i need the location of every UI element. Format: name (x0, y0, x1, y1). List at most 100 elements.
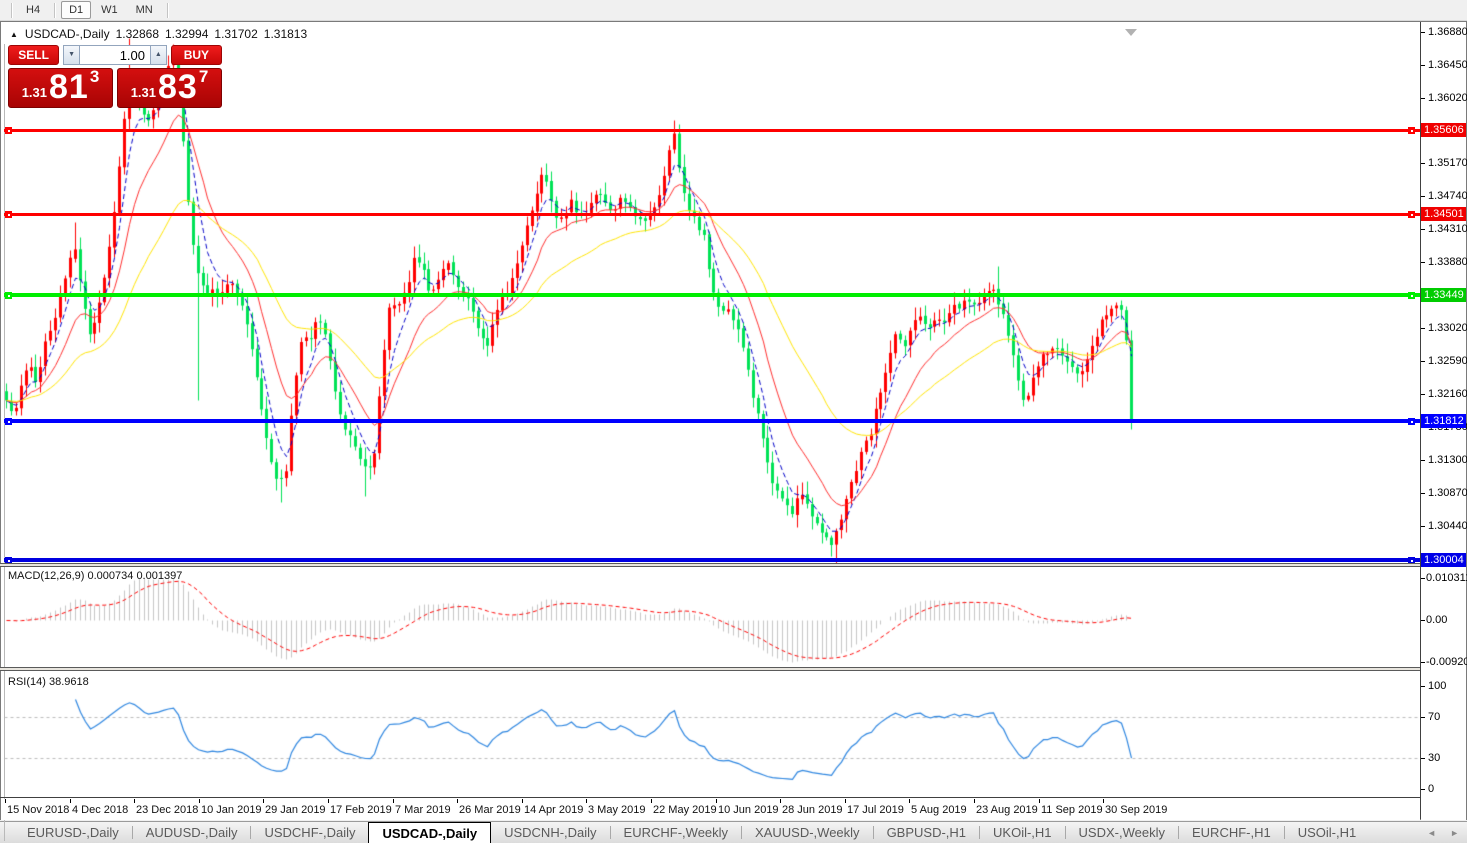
sell-button[interactable]: SELL (8, 45, 60, 65)
ohlc-open: 1.32868 (115, 27, 159, 41)
time-axis[interactable]: 15 Nov 2018 4 Dec 2018 23 Dec 2018 10 Jan 2… (1, 799, 1420, 820)
level-handle[interactable] (5, 127, 12, 134)
sell-price-box[interactable]: 1.31 81 3 (8, 67, 113, 108)
chart-tab-usdchf-daily[interactable]: USDCHF-,Daily (251, 822, 368, 843)
price-tick-mark (1421, 328, 1425, 329)
rsi-tick-mark (1421, 758, 1425, 759)
price-tick-label: 1.30870 (1428, 487, 1467, 499)
date-tick-label: 22 May 2019 (653, 804, 717, 816)
chart-tab-ukoil-h1[interactable]: UKOil-,H1 (980, 822, 1065, 843)
mt4-application: H4 D1 W1 MN ▲ USDCAD-,Daily 1.32868 1.32994 1.3… (0, 0, 1467, 843)
date-tick-label: 23 Aug 2019 (976, 804, 1038, 816)
buy-price-prefix: 1.31 (130, 85, 156, 100)
date-tick-label: 7 Mar 2019 (395, 804, 451, 816)
chart-tab-eurchf-h1[interactable]: EURCHF-,H1 (1179, 822, 1284, 843)
horizontal-level-line-1.30004[interactable] (4, 558, 1420, 562)
buy-price-box[interactable]: 1.31 83 7 (117, 67, 222, 108)
level-handle[interactable] (5, 418, 12, 425)
macd-name: MACD(12,26,9) (8, 570, 85, 582)
price-tick-mark (1421, 262, 1425, 263)
ohlc-close: 1.31813 (263, 27, 308, 41)
price-tick-label: 1.36450 (1428, 59, 1467, 71)
chart-tab-audusd-daily[interactable]: AUDUSD-,Daily (133, 822, 251, 843)
chart-tab-usdx-weekly[interactable]: USDX-,Weekly (1066, 822, 1178, 843)
rsi-pane-splitter[interactable] (0, 667, 1421, 671)
chart-tab-gbpusd-h1[interactable]: GBPUSD-,H1 (874, 822, 979, 843)
level-handle[interactable] (1408, 418, 1415, 425)
timeframe-button-mn[interactable]: MN (128, 1, 161, 19)
chart-tab-usdcnh-daily[interactable]: USDCNH-,Daily (491, 822, 609, 843)
price-tick-label: 1.34310 (1428, 223, 1467, 235)
price-tick-mark (1421, 394, 1425, 395)
timeframe-button-w1[interactable]: W1 (93, 1, 126, 19)
date-tick-mark (586, 799, 587, 803)
timeframe-button-h4[interactable]: H4 (18, 1, 48, 19)
price-level-badge: 1.30004 (1421, 553, 1466, 567)
ohlc-high: 1.32994 (165, 27, 209, 41)
date-tick-label: 5 Aug 2019 (911, 804, 967, 816)
chart-surface[interactable] (4, 23, 1420, 798)
rsi-value: 38.9618 (48, 676, 89, 688)
price-tick-mark (1421, 163, 1425, 164)
price-axis[interactable]: 1.36880 1.36450 1.36020 1.35170 1.34740 1.343… (1421, 22, 1467, 820)
level-handle[interactable] (1408, 211, 1415, 218)
volume-input[interactable] (80, 45, 150, 65)
horizontal-level-line-1.34501[interactable] (4, 213, 1420, 216)
tab-scroll-left-icon[interactable]: ◄ (1427, 828, 1436, 838)
date-tick-mark (199, 799, 200, 803)
date-tick-mark (5, 799, 6, 803)
level-handle[interactable] (5, 292, 12, 299)
buy-button[interactable]: BUY (170, 45, 222, 65)
sell-price-big: 81 (49, 68, 89, 106)
level-handle[interactable] (1408, 292, 1415, 299)
price-tick-label: 1.35170 (1428, 157, 1467, 169)
rsi-axis-label: 100 (1428, 680, 1447, 692)
macd-axis-label: 0.010311 (1426, 572, 1467, 584)
chart-tab-usoil-h1[interactable]: USOil-,H1 (1285, 822, 1370, 843)
toolbar-separator (11, 2, 12, 18)
rsi-tick-mark (1421, 789, 1425, 790)
price-tick-label: 1.32590 (1428, 355, 1467, 367)
rsi-axis-label: 70 (1428, 711, 1441, 723)
date-tick-mark (909, 799, 910, 803)
rsi-tick-mark (1421, 717, 1425, 718)
level-handle[interactable] (1408, 127, 1415, 134)
collapse-arrow-icon[interactable]: ▲ (10, 30, 18, 39)
chart-tab-eurchf-weekly[interactable]: EURCHF-,Weekly (611, 822, 742, 843)
tab-scroll-right-icon[interactable]: ► (1450, 828, 1459, 838)
chart-title: ▲ USDCAD-,Daily 1.32868 1.32994 1.31702 1.318… (10, 27, 307, 41)
chart-tab-xauusd-weekly[interactable]: XAUUSD-,Weekly (742, 822, 873, 843)
volume-decrease-button[interactable]: ▼ (63, 45, 80, 65)
macd-pane-splitter[interactable] (0, 563, 1421, 567)
date-tick-mark (651, 799, 652, 803)
rsi-tick-mark (1421, 686, 1425, 687)
chart-tab-eurusd-daily[interactable]: EURUSD-,Daily (14, 822, 132, 843)
chart-shift-marker-icon[interactable] (1125, 29, 1137, 36)
price-level-badge: 1.35606 (1421, 123, 1466, 137)
date-tick-mark (974, 799, 975, 803)
macd-tick-mark (1421, 662, 1425, 663)
date-tick-label: 26 Mar 2019 (459, 804, 521, 816)
level-handle[interactable] (5, 211, 12, 218)
ohlc-low: 1.31702 (214, 27, 258, 41)
price-tick-mark (1421, 229, 1425, 230)
rsi-name: RSI(14) (8, 676, 46, 688)
horizontal-level-line-1.33449[interactable] (4, 293, 1420, 297)
timeframe-button-d1[interactable]: D1 (61, 1, 92, 19)
chart-tab-bar: EURUSD-,Daily AUDUSD-,Daily USDCHF-,Daily U… (0, 821, 1467, 843)
date-tick-label: 29 Jan 2019 (265, 804, 326, 816)
chart-tab-usdcad-daily[interactable]: USDCAD-,Daily (368, 822, 492, 843)
price-tick-mark (1421, 196, 1425, 197)
buy-price-pip: 7 (198, 67, 209, 86)
price-tick-label: 1.30440 (1428, 520, 1467, 532)
macd-main-value: 0.000734 (87, 570, 134, 582)
price-tick-mark (1421, 98, 1425, 99)
horizontal-level-line-1.35606[interactable] (4, 129, 1420, 132)
horizontal-level-line-1.31812[interactable] (4, 419, 1420, 423)
rsi-label: RSI(14) 38.9618 (8, 676, 89, 688)
macd-axis-label: -0.009203 (1426, 656, 1467, 668)
sell-price-prefix: 1.31 (21, 85, 47, 100)
date-tick-label: 15 Nov 2018 (7, 804, 70, 816)
volume-increase-button[interactable]: ▲ (150, 45, 167, 65)
price-level-badge: 1.33449 (1421, 288, 1466, 302)
